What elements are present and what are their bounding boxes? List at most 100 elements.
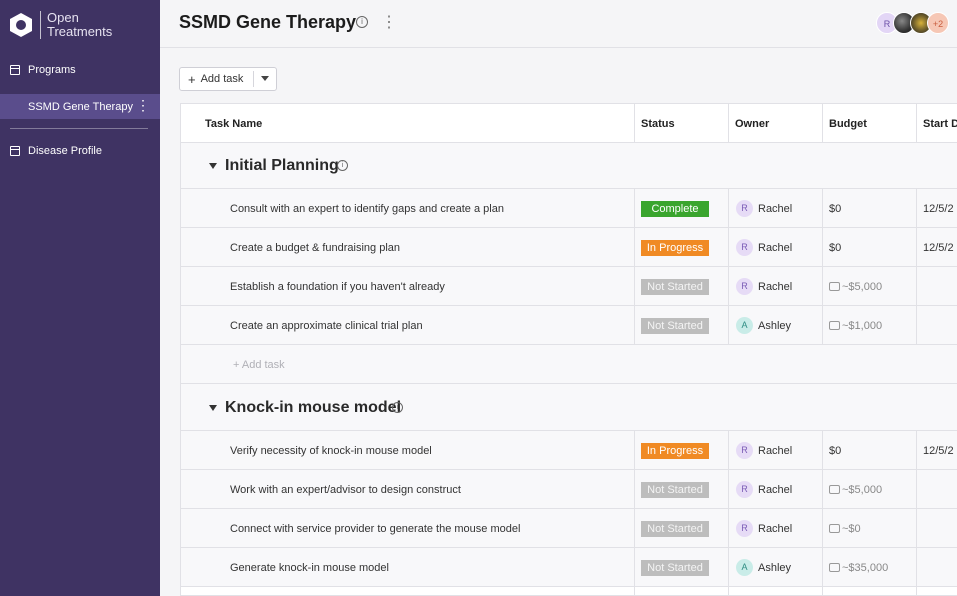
column-header-budget[interactable]: Budget <box>829 118 867 130</box>
more-collaborators-badge[interactable]: +2 <box>927 12 949 34</box>
column-divider <box>728 431 729 596</box>
kebab-menu-icon[interactable]: ⋮ <box>136 97 150 113</box>
chevron-down-icon[interactable] <box>261 76 269 81</box>
page-title: SSMD Gene Therapy <box>179 12 357 32</box>
budget-value: ~$0 <box>842 523 861 535</box>
caret-down-icon[interactable] <box>209 405 217 411</box>
button-split-divider <box>253 71 254 87</box>
info-icon[interactable]: i <box>356 16 368 28</box>
avatar: R <box>736 239 753 256</box>
start-date: 12/5/2 <box>923 242 954 254</box>
caret-down-icon[interactable] <box>209 163 217 169</box>
plus-icon: + <box>188 71 196 87</box>
sidebar-item-disease-profile[interactable]: Disease Profile <box>0 138 160 164</box>
estimate-icon <box>829 524 840 533</box>
brand-line-1: Open <box>47 10 79 25</box>
budget-estimate: ~$0 <box>829 523 861 535</box>
collaborator-avatars[interactable]: R +2 <box>876 12 949 36</box>
estimate-icon <box>829 282 840 291</box>
sidebar-item-label: Programs <box>28 64 76 76</box>
budget-value: $0 <box>829 203 842 215</box>
status-badge[interactable]: In Progress <box>641 240 709 256</box>
add-task-button[interactable]: + Add task <box>179 67 277 91</box>
status-badge[interactable]: Complete <box>641 201 709 217</box>
avatar: R <box>736 481 753 498</box>
add-task-label: Add task <box>200 73 244 85</box>
table-row[interactable]: Generate knock-in mouse model Not Starte… <box>181 548 957 587</box>
column-header-status[interactable]: Status <box>641 118 675 130</box>
task-group-header[interactable]: Knock-in mouse model i <box>181 384 957 431</box>
sidebar-item-programs[interactable]: Programs <box>0 57 160 83</box>
task-name: Verify necessity of knock-in mouse model <box>230 445 432 457</box>
budget-value: $0 <box>829 242 842 254</box>
owner-name: Rachel <box>758 445 793 457</box>
column-header-task-name[interactable]: Task Name <box>205 118 262 130</box>
budget-estimate: ~$35,000 <box>829 562 888 574</box>
avatar: A <box>736 317 753 334</box>
avatar: R <box>736 520 753 537</box>
task-table: Task Name Status Owner Budget Start Da I… <box>180 103 957 596</box>
kebab-menu-icon[interactable]: ⋮ <box>381 12 397 32</box>
sidebar-item-ssmd-gene-therapy[interactable]: SSMD Gene Therapy ⋮ <box>0 94 160 119</box>
task-name: Work with an expert/advisor to design co… <box>230 484 461 496</box>
owner-name: Rachel <box>758 242 793 254</box>
table-row[interactable]: Establish a foundation if you haven't al… <box>181 267 957 306</box>
brand-line-2: Treatments <box>47 24 113 39</box>
task-name: Create an approximate clinical trial pla… <box>230 320 423 332</box>
table-row[interactable]: Create a budget & fundraising plan In Pr… <box>181 228 957 267</box>
status-badge[interactable]: Not Started <box>641 318 709 334</box>
task-group-header[interactable]: Initial Planning i <box>181 143 957 189</box>
budget-estimate: ~$1,000 <box>829 320 882 332</box>
column-header-owner[interactable]: Owner <box>735 118 769 130</box>
avatar: R <box>736 200 753 217</box>
column-divider <box>916 189 917 345</box>
estimate-icon <box>829 485 840 494</box>
table-row[interactable]: Create an approximate clinical trial pla… <box>181 306 957 345</box>
open-treatments-logo-icon <box>10 13 32 37</box>
sidebar-divider <box>10 128 148 129</box>
info-icon[interactable]: i <box>337 160 348 171</box>
budget-value: ~$5,000 <box>842 484 883 496</box>
add-task-row[interactable]: + Add task <box>181 345 957 384</box>
owner-name: Ashley <box>758 562 792 574</box>
column-header-start-date[interactable]: Start Da <box>923 118 957 130</box>
status-badge[interactable]: In Progress <box>641 443 709 459</box>
brand-divider <box>40 11 41 39</box>
column-divider <box>728 189 729 345</box>
owner-name: Rachel <box>758 523 793 535</box>
column-divider <box>634 431 635 596</box>
avatar: R <box>736 278 753 295</box>
task-name: Consult with an expert to identify gaps … <box>230 203 504 215</box>
column-divider <box>916 431 917 596</box>
group-title: Initial Planning <box>225 157 339 174</box>
start-date: 12/5/2 <box>923 445 954 457</box>
owner-name: Ashley <box>758 320 792 332</box>
status-badge[interactable]: Not Started <box>641 482 709 498</box>
brand[interactable]: Open Treatments <box>8 10 112 40</box>
sidebar-item-label: SSMD Gene Therapy <box>28 100 133 113</box>
avatar: A <box>736 559 753 576</box>
info-icon[interactable]: i <box>392 402 403 413</box>
board-icon <box>10 146 20 156</box>
status-badge[interactable]: Not Started <box>641 521 709 537</box>
task-name: Connect with service provider to generat… <box>230 523 521 535</box>
table-row[interactable]: Work with an expert/advisor to design co… <box>181 470 957 509</box>
status-badge[interactable]: Not Started <box>641 560 709 576</box>
table-row[interactable]: Verify necessity of knock-in mouse model… <box>181 431 957 470</box>
avatar: R <box>736 442 753 459</box>
owner-name: Rachel <box>758 203 793 215</box>
table-row[interactable]: Connect with service provider to generat… <box>181 509 957 548</box>
budget-estimate: ~$5,000 <box>829 484 882 496</box>
header-divider <box>160 47 957 48</box>
estimate-icon <box>829 563 840 572</box>
table-row[interactable]: Consult with an expert to identify gaps … <box>181 189 957 228</box>
add-task-link[interactable]: + Add task <box>233 359 285 371</box>
table-header: Task Name Status Owner Budget Start Da <box>181 104 957 143</box>
task-name: Establish a foundation if you haven't al… <box>230 281 445 293</box>
column-divider <box>634 189 635 345</box>
estimate-icon <box>829 321 840 330</box>
column-divider <box>822 431 823 596</box>
status-badge[interactable]: Not Started <box>641 279 709 295</box>
task-name: Create a budget & fundraising plan <box>230 242 401 254</box>
board-icon <box>10 65 20 75</box>
